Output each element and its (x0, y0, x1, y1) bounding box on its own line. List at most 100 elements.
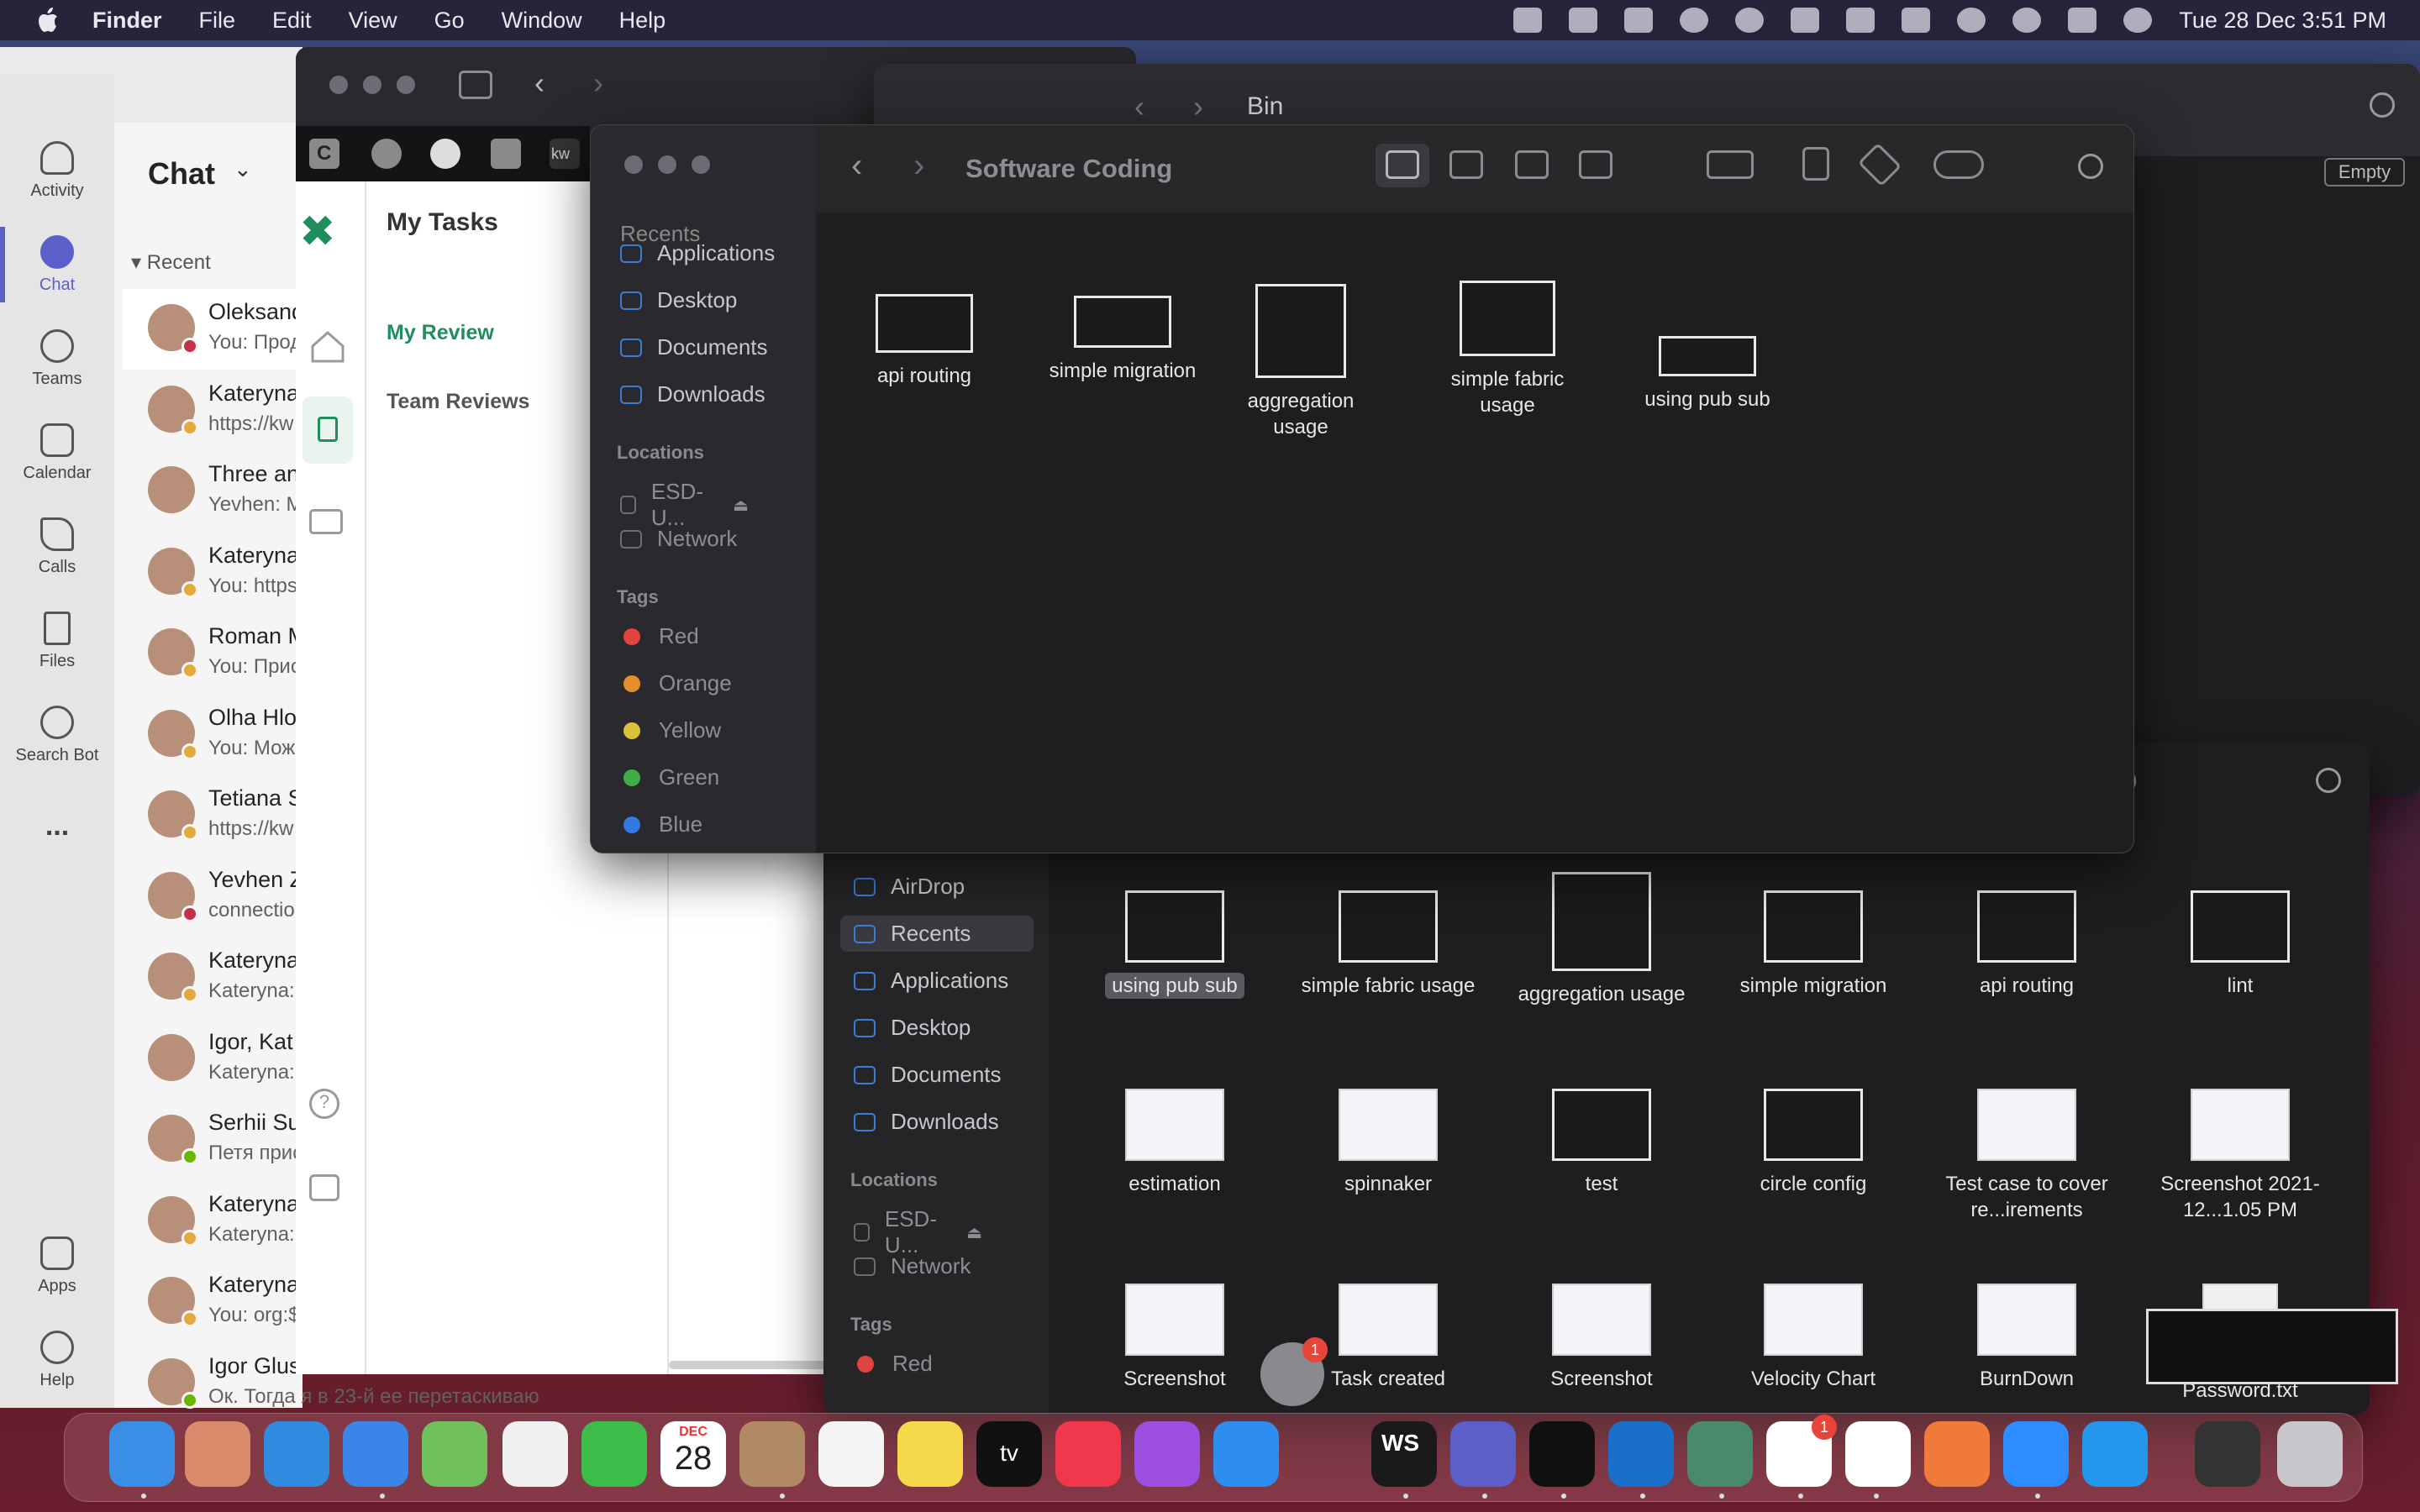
rail-chat[interactable]: Chat (0, 235, 114, 295)
siri-icon[interactable] (2123, 8, 2153, 33)
sidebar-tag-yellow[interactable]: Yellow (623, 717, 721, 743)
forward-arrow-icon[interactable]: › (913, 147, 924, 185)
file-item[interactable]: using pub sub (1082, 874, 1267, 999)
music-icon[interactable] (1055, 1421, 1121, 1487)
contacts-icon[interactable] (739, 1421, 805, 1487)
sidebar-item-documents[interactable]: Documents (620, 334, 768, 360)
file-item[interactable]: spinnaker (1296, 1072, 1481, 1197)
rail-teams[interactable]: Teams (0, 329, 114, 389)
chat-list-item[interactable]: Kateryna You: org:$ (123, 1262, 302, 1342)
file-item[interactable]: api routing (849, 294, 1000, 389)
sidebar-toggle-icon[interactable] (459, 71, 492, 99)
vpn-icon[interactable] (1687, 1421, 1753, 1487)
terminal-icon[interactable] (1529, 1421, 1595, 1487)
back-arrow-icon[interactable]: ‹ (851, 147, 862, 185)
share-icon[interactable] (1802, 147, 1829, 181)
feedback-icon[interactable] (309, 1174, 339, 1201)
rail-apps[interactable]: Apps (0, 1236, 114, 1296)
gallery-view-icon[interactable] (1579, 150, 1612, 179)
zoom-button[interactable] (397, 76, 415, 94)
group-by-icon[interactable] (1707, 150, 1754, 179)
launchpad-icon[interactable] (185, 1421, 250, 1487)
file-item[interactable]: test (1509, 1072, 1694, 1197)
outlook-icon[interactable] (1608, 1421, 1674, 1487)
column-view-icon[interactable] (1515, 150, 1549, 179)
teams-icon[interactable] (1450, 1421, 1516, 1487)
chat-list-item[interactable]: Tetiana S https://kw (123, 775, 303, 856)
recent-window-icon[interactable] (2195, 1421, 2260, 1487)
sidebar-item-airdrop[interactable]: AirDrop (854, 874, 965, 900)
control-center-icon[interactable] (2068, 8, 2097, 33)
mail-icon[interactable] (343, 1421, 408, 1487)
empty-bin-button[interactable]: Empty (2324, 158, 2405, 186)
chat-list-item[interactable]: Olha Hlo You: Мож (123, 695, 302, 775)
bluetooth-icon[interactable] (1846, 8, 1876, 33)
question-icon[interactable]: ? (309, 1089, 339, 1119)
chat-list-item[interactable]: Igor, Kat Kateryna: (123, 1019, 302, 1100)
extension-puzzle-icon[interactable] (491, 139, 521, 169)
minimize-button[interactable] (658, 155, 676, 174)
rail-files[interactable]: Files (0, 612, 114, 671)
apple-icon[interactable] (37, 8, 59, 33)
wifi-icon[interactable] (1957, 8, 1986, 33)
menubar-clock[interactable]: Tue 28 Dec 3:51 PM (2179, 8, 2386, 34)
tasks-clipboard-icon[interactable] (302, 396, 353, 464)
more-actions-icon[interactable] (1933, 150, 1984, 179)
system-preferences-icon[interactable]: 1 (1260, 1337, 1328, 1406)
rail-activity[interactable]: Activity (0, 141, 114, 201)
menu-view[interactable]: View (349, 8, 397, 34)
forward-arrow-icon[interactable]: › (1193, 89, 1203, 124)
docker-icon[interactable] (2082, 1421, 2148, 1487)
mongodb-icon[interactable] (1845, 1421, 1911, 1487)
file-item[interactable]: Screenshot 2021-12...1.05 PM (2148, 1072, 2333, 1223)
chat-list-item[interactable]: Roman M You: Прис (123, 613, 307, 694)
sidebar-tag-red[interactable]: Red (857, 1351, 933, 1377)
rail-calendar[interactable]: Calendar (0, 423, 114, 483)
chat-list-item[interactable]: Igor Glus Ок. Тогда я в 23-й ее перетаски… (123, 1343, 539, 1424)
facetime-icon[interactable] (581, 1421, 647, 1487)
chat-list-item[interactable]: Kateryna https://kw (123, 370, 302, 451)
battery-icon[interactable] (1902, 8, 1931, 33)
sidecar-icon[interactable] (1624, 8, 1654, 33)
sidebar-tag-blue[interactable]: Blue (623, 811, 702, 837)
sidebar-item-applications[interactable]: Applications (620, 240, 775, 266)
sidebar-item-network[interactable]: Network (620, 526, 737, 552)
finder-icon[interactable] (109, 1421, 175, 1487)
sidebar-item-documents[interactable]: Documents (854, 1062, 1002, 1088)
search-icon[interactable] (2316, 768, 2341, 793)
close-button[interactable] (624, 155, 643, 174)
screen-recorder-icon[interactable] (1513, 8, 1543, 33)
extension-kw-icon[interactable]: kw (550, 139, 580, 169)
search-icon[interactable] (2370, 92, 2395, 118)
close-button[interactable] (329, 76, 348, 94)
sidebar-item-recents[interactable]: Recents (620, 225, 700, 242)
minimize-button[interactable] (363, 76, 381, 94)
slack-icon[interactable]: 1 (1766, 1415, 1837, 1487)
sidebar-tag-orange[interactable]: Orange (623, 670, 732, 696)
forward-arrow-icon[interactable]: › (593, 66, 603, 101)
icon-view-icon[interactable] (1386, 150, 1419, 179)
eject-icon[interactable]: ⏏ (966, 1222, 982, 1243)
file-item[interactable]: BurnDown (1934, 1267, 2119, 1392)
file-item[interactable]: aggregation usage (1225, 284, 1376, 440)
extension-c-icon[interactable]: C (309, 139, 339, 169)
sidebar-item-network[interactable]: Network (854, 1253, 971, 1279)
home-icon[interactable] (308, 326, 348, 366)
file-item[interactable]: using pub sub (1632, 336, 1783, 412)
briefcase-icon[interactable] (309, 509, 343, 534)
sidebar-item-desktop[interactable]: Desktop (854, 1015, 971, 1041)
chat-list-item[interactable]: Kateryna Kateryna: (123, 937, 302, 1018)
file-item[interactable]: simple migration (1047, 296, 1198, 384)
sidebar-item-drive[interactable]: ESD-U... ⏏ (620, 479, 749, 531)
chat-list-item[interactable]: Kateryna Kateryna: (123, 1181, 302, 1262)
file-item[interactable]: Screenshot (1509, 1267, 1694, 1392)
safari-icon[interactable] (264, 1421, 329, 1487)
maps-icon[interactable] (422, 1421, 487, 1487)
my-review-link[interactable]: My Review (387, 321, 494, 345)
horizontal-scrollbar[interactable] (669, 1361, 834, 1369)
menu-help[interactable]: Help (619, 8, 666, 34)
rail-search-bot[interactable]: Search Bot (0, 706, 114, 765)
webstorm-icon[interactable]: WS (1371, 1421, 1437, 1487)
play-icon[interactable] (1735, 8, 1765, 33)
appstore-icon[interactable] (1213, 1421, 1279, 1487)
